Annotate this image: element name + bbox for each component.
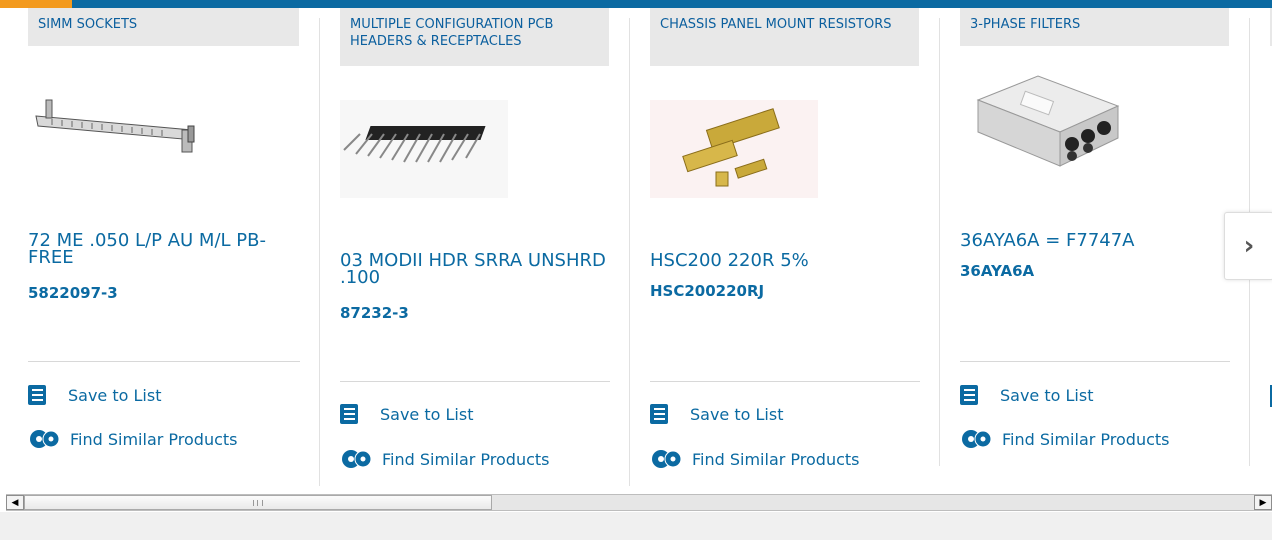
part-number-link[interactable]: HSC200220RJ [650, 282, 764, 300]
card-divider [629, 18, 630, 486]
checklist-icon [28, 385, 46, 405]
find-similar-button[interactable]: Find Similar Products [28, 428, 238, 450]
product-card: CHASSIS PANEL MOUNT RESISTORS HSC200 220… [650, 8, 920, 486]
find-similar-label: Find Similar Products [70, 429, 238, 449]
checklist-icon [650, 404, 668, 424]
save-to-list-button[interactable]: Save to List [650, 404, 783, 424]
chassis-resistor-image[interactable] [650, 100, 818, 198]
carousel-next-button[interactable]: › [1224, 212, 1272, 280]
find-similar-label: Find Similar Products [1002, 429, 1170, 449]
product-name-link[interactable]: 36AYA6A = F7747A [960, 232, 1230, 250]
pcb-header-image[interactable] [340, 100, 508, 198]
simm-socket-image[interactable] [32, 92, 202, 162]
product-card: MULTIPLE CONFIGURATION PCB HEADERS & REC… [340, 8, 610, 486]
divider-line [650, 381, 920, 382]
gears-icon [340, 448, 374, 470]
save-to-list-label: Save to List [68, 385, 162, 405]
save-to-list-button[interactable]: Save to List [28, 385, 161, 405]
card-divider [939, 18, 940, 466]
save-to-list-label: Save to List [1000, 385, 1094, 405]
part-number-link[interactable]: 87232-3 [340, 304, 409, 322]
divider-line [340, 381, 610, 382]
save-to-list-button[interactable]: Save to List [340, 404, 473, 424]
part-number-link[interactable]: 36AYA6A [960, 262, 1034, 280]
save-to-list-label: Save to List [690, 404, 784, 424]
gears-icon [960, 428, 994, 450]
divider-line [960, 361, 1230, 362]
save-to-list-button[interactable]: Save to List [960, 385, 1093, 405]
category-label[interactable]: MULTIPLE CONFIGURATION PCB HEADERS & REC… [340, 8, 609, 66]
divider-line [28, 361, 300, 362]
three-phase-filter-image[interactable] [968, 70, 1128, 170]
product-card: 3-PHASE FILTERS 36AYA6A = F7747A 36AYA6A… [960, 8, 1230, 486]
find-similar-label: Find Similar Products [692, 449, 860, 469]
grip-icon [253, 500, 263, 506]
bottom-panel [0, 512, 1272, 540]
product-name-link[interactable]: HSC200 220R 5% [650, 252, 920, 270]
scroll-right-arrow[interactable]: ▶ [1254, 495, 1272, 510]
checklist-icon [960, 385, 978, 405]
scroll-left-arrow[interactable]: ◀ [6, 495, 24, 510]
top-accent-bar [0, 0, 1272, 8]
find-similar-button[interactable]: Find Similar Products [960, 428, 1170, 450]
chevron-right-icon: › [1243, 231, 1255, 261]
product-name-link[interactable]: 72 ME .050 L/P AU M/L PB-FREE [28, 232, 300, 267]
category-label[interactable]: SIMM SOCKETS [28, 8, 299, 46]
active-tab-indicator [0, 0, 72, 8]
card-divider [319, 18, 320, 486]
gears-icon [28, 428, 62, 450]
gears-icon [650, 448, 684, 470]
checklist-icon [340, 404, 358, 424]
product-name-link[interactable]: 03 MODII HDR SRRA UNSHRD .100 [340, 252, 610, 287]
part-number-link[interactable]: 5822097-3 [28, 284, 118, 302]
find-similar-button[interactable]: Find Similar Products [650, 448, 860, 470]
product-card: SIMM SOCKETS 72 ME .050 L/P AU M/L PB-FR… [28, 8, 300, 486]
scrollbar-thumb[interactable] [24, 495, 492, 510]
category-label[interactable]: CHASSIS PANEL MOUNT RESISTORS [650, 8, 919, 66]
find-similar-button[interactable]: Find Similar Products [340, 448, 550, 470]
product-carousel: SIMM SOCKETS 72 ME .050 L/P AU M/L PB-FR… [0, 8, 1272, 486]
save-to-list-label: Save to List [380, 404, 474, 424]
find-similar-label: Find Similar Products [382, 449, 550, 469]
category-label[interactable]: 3-PHASE FILTERS [960, 8, 1229, 46]
horizontal-scrollbar[interactable]: ◀ ▶ [6, 494, 1272, 511]
